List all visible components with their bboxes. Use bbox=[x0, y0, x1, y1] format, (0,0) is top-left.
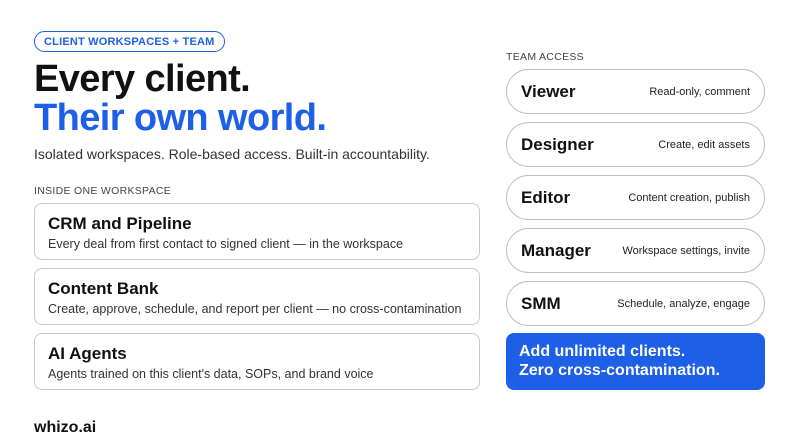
role-card-viewer: Viewer Read-only, comment bbox=[506, 69, 765, 114]
workspace-section-label: INSIDE ONE WORKSPACE bbox=[34, 185, 172, 197]
headline-line-1: Every client. bbox=[34, 58, 251, 100]
role-card-manager: Manager Workspace settings, invite bbox=[506, 228, 765, 273]
role-description: Schedule, analyze, engage bbox=[617, 297, 750, 310]
page-headline: Every client. Their own world. bbox=[34, 58, 327, 139]
headline-line-2: Their own world. bbox=[34, 97, 327, 139]
section-tag: CLIENT WORKSPACES + TEAM bbox=[34, 31, 225, 52]
feature-card-content-bank: Content Bank Create, approve, schedule, … bbox=[34, 268, 480, 325]
team-section-label: TEAM ACCESS bbox=[506, 51, 584, 63]
role-name: Editor bbox=[521, 187, 571, 207]
feature-title: AI Agents bbox=[48, 344, 127, 363]
feature-description: Agents trained on this client's data, SO… bbox=[48, 367, 374, 381]
feature-card-ai-agents: AI Agents Agents trained on this client'… bbox=[34, 333, 480, 390]
role-name: SMM bbox=[521, 293, 561, 313]
role-description: Workspace settings, invite bbox=[622, 244, 750, 257]
role-name: Manager bbox=[521, 240, 591, 260]
feature-description: Create, approve, schedule, and report pe… bbox=[48, 302, 462, 316]
cta-banner: Add unlimited clients. Zero cross-contam… bbox=[506, 333, 765, 390]
role-name: Designer bbox=[521, 134, 594, 154]
role-description: Content creation, publish bbox=[628, 191, 750, 204]
feature-card-crm: CRM and Pipeline Every deal from first c… bbox=[34, 203, 480, 260]
role-card-designer: Designer Create, edit assets bbox=[506, 122, 765, 167]
feature-title: Content Bank bbox=[48, 279, 159, 298]
role-description: Read-only, comment bbox=[649, 85, 750, 98]
feature-title: CRM and Pipeline bbox=[48, 214, 192, 233]
role-description: Create, edit assets bbox=[658, 138, 750, 151]
role-card-smm: SMM Schedule, analyze, engage bbox=[506, 281, 765, 326]
cta-line-1: Add unlimited clients. bbox=[519, 343, 686, 360]
brand-logo: whizo.ai bbox=[34, 419, 97, 436]
cta-line-2: Zero cross-contamination. bbox=[519, 362, 720, 379]
role-name: Viewer bbox=[521, 81, 576, 101]
role-card-editor: Editor Content creation, publish bbox=[506, 175, 765, 220]
subheadline: Isolated workspaces. Role-based access. … bbox=[34, 146, 430, 162]
feature-description: Every deal from first contact to signed … bbox=[48, 237, 404, 251]
